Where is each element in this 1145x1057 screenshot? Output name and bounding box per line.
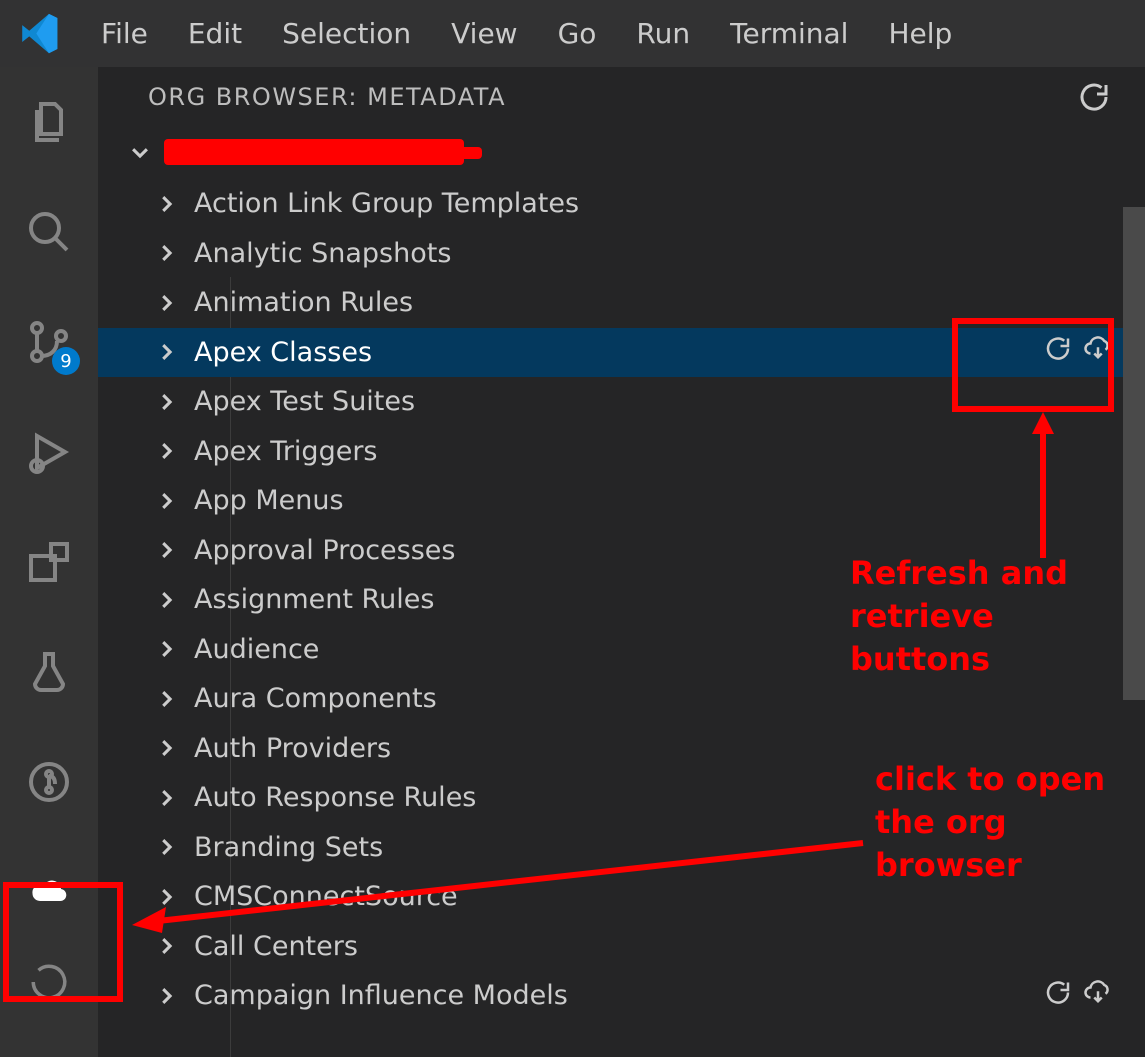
chevron-right-icon: [154, 391, 178, 413]
annotation-text-open: click to openthe org browser: [875, 758, 1145, 888]
tree-item[interactable]: Action Link Group Templates: [98, 179, 1145, 229]
refresh-icon: [1076, 79, 1112, 115]
activity-test[interactable]: [0, 617, 98, 727]
chevron-right-icon: [154, 737, 178, 759]
chevron-right-icon: [154, 935, 178, 957]
tree-item[interactable]: Apex Classes: [98, 328, 1145, 378]
tree-item-label: Assignment Rules: [194, 584, 434, 615]
chevron-right-icon: [154, 490, 178, 512]
menu-edit[interactable]: Edit: [168, 0, 262, 67]
activity-search[interactable]: [0, 177, 98, 287]
menu-selection[interactable]: Selection: [262, 0, 431, 67]
chevron-down-icon: [128, 141, 152, 163]
extensions-icon: [25, 538, 73, 586]
tree-item-label: Analytic Snapshots: [194, 238, 451, 269]
tree-item-label: Approval Processes: [194, 535, 455, 566]
menu-help[interactable]: Help: [868, 0, 972, 67]
chevron-right-icon: [154, 886, 178, 908]
row-retrieve-button[interactable]: [1083, 977, 1113, 1014]
activity-scm[interactable]: 9: [0, 287, 98, 397]
files-icon: [25, 98, 73, 146]
tree-item-label: Auto Response Rules: [194, 782, 476, 813]
tree-item[interactable]: Apex Test Suites: [98, 377, 1145, 427]
tree-item-label: Aura Components: [194, 683, 437, 714]
tree-item-label: Apex Test Suites: [194, 386, 415, 417]
menu-run[interactable]: Run: [616, 0, 710, 67]
tree-item-label: Call Centers: [194, 931, 358, 962]
chevron-right-icon: [154, 589, 178, 611]
debug-icon: [25, 428, 73, 476]
tree-item[interactable]: Campaign Influence Models: [98, 971, 1145, 1021]
search-icon: [25, 208, 73, 256]
tree-item-label: Animation Rules: [194, 287, 413, 318]
row-refresh-button[interactable]: [1043, 977, 1073, 1014]
panel-header: ORG BROWSER: METADATA: [98, 67, 1145, 127]
chevron-right-icon: [154, 341, 178, 363]
tree-item-label: Apex Classes: [194, 337, 372, 368]
chevron-right-icon: [154, 193, 178, 215]
panel-refresh-button[interactable]: [1075, 78, 1113, 116]
org-name-redacted: [164, 139, 464, 165]
tree-item-label: App Menus: [194, 485, 344, 516]
tree-item[interactable]: Animation Rules: [98, 278, 1145, 328]
chevron-right-icon: [154, 985, 178, 1007]
tree-item-label: Action Link Group Templates: [194, 188, 579, 219]
tree-item-label: Audience: [194, 634, 319, 665]
history-icon: [28, 961, 70, 1003]
chevron-right-icon: [154, 440, 178, 462]
chevron-right-icon: [154, 292, 178, 314]
tree-item[interactable]: Analytic Snapshots: [98, 229, 1145, 279]
activity-bar: 9: [0, 67, 98, 1057]
tree-item[interactable]: App Menus: [98, 476, 1145, 526]
tree-item[interactable]: Apex Triggers: [98, 427, 1145, 477]
chevron-right-icon: [154, 638, 178, 660]
activity-explorer[interactable]: [0, 67, 98, 177]
scm-badge: 9: [52, 347, 80, 375]
chevron-right-icon: [154, 688, 178, 710]
chevron-right-icon: [154, 787, 178, 809]
beaker-icon: [25, 648, 73, 696]
menu-view[interactable]: View: [431, 0, 537, 67]
vscode-logo-icon: [18, 11, 63, 56]
tree-item-label: Campaign Influence Models: [194, 980, 568, 1011]
activity-debug[interactable]: [0, 397, 98, 507]
row-retrieve-button[interactable]: [1083, 334, 1113, 371]
chevron-right-icon: [154, 836, 178, 858]
tree-item[interactable]: Call Centers: [98, 922, 1145, 972]
menubar: File Edit Selection View Go Run Terminal…: [0, 0, 1145, 67]
menu-go[interactable]: Go: [538, 0, 617, 67]
chevron-right-icon: [154, 539, 178, 561]
tree-item-label: Apex Triggers: [194, 436, 378, 467]
activity-extensions[interactable]: [0, 507, 98, 617]
activity-more[interactable]: [0, 947, 98, 1017]
menu-file[interactable]: File: [81, 0, 168, 67]
row-refresh-button[interactable]: [1043, 334, 1073, 371]
activity-git-graph[interactable]: [0, 727, 98, 837]
panel-title: ORG BROWSER: METADATA: [148, 83, 506, 111]
tree-item-label: Branding Sets: [194, 832, 383, 863]
tree-item-label: Auth Providers: [194, 733, 391, 764]
tree-item-label: CMSConnectSource: [194, 881, 458, 912]
annotation-text-refresh: Refresh andretrieve buttons: [850, 552, 1145, 682]
cloud-icon: [25, 868, 73, 916]
chevron-right-icon: [154, 242, 178, 264]
tree-root[interactable]: [98, 127, 1145, 177]
menu-terminal[interactable]: Terminal: [710, 0, 868, 67]
git-icon: [25, 758, 73, 806]
activity-org-browser[interactable]: [0, 837, 98, 947]
